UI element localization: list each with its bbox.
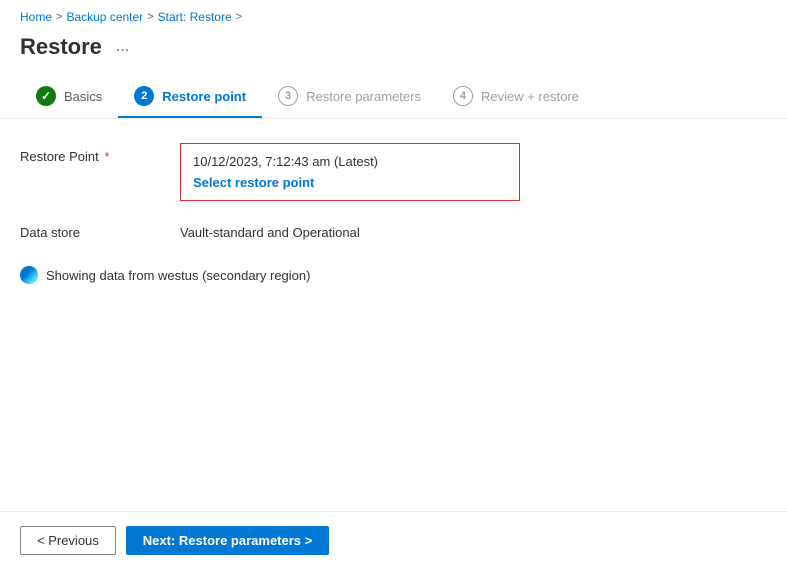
breadcrumb: Home > Backup center > Start: Restore > bbox=[0, 0, 787, 30]
breadcrumb-home[interactable]: Home bbox=[20, 10, 52, 24]
tab-restore-point-label: Restore point bbox=[162, 89, 246, 104]
tab-review-restore: 4 Review + restore bbox=[437, 76, 595, 118]
tab-restore-parameters-number: 3 bbox=[285, 90, 291, 102]
previous-button[interactable]: < Previous bbox=[20, 526, 116, 555]
restore-point-container: 10/12/2023, 7:12:43 am (Latest) Select r… bbox=[180, 143, 520, 201]
tab-restore-parameters-label: Restore parameters bbox=[306, 89, 421, 104]
more-options-button[interactable]: ... bbox=[110, 36, 135, 58]
globe-icon bbox=[20, 266, 38, 284]
breadcrumb-backup-center[interactable]: Backup center bbox=[66, 10, 143, 24]
page-title: Restore bbox=[20, 34, 102, 60]
restore-point-value: 10/12/2023, 7:12:43 am (Latest) bbox=[193, 154, 507, 169]
tab-restore-point[interactable]: 2 Restore point bbox=[118, 76, 262, 118]
data-store-label: Data store bbox=[20, 219, 160, 240]
data-store-row: Data store Vault-standard and Operationa… bbox=[20, 219, 767, 240]
tab-review-restore-circle: 4 bbox=[453, 86, 473, 106]
page-header: Restore ... bbox=[0, 30, 787, 76]
wizard-tabs: ✓ Basics 2 Restore point 3 Restore param… bbox=[0, 76, 787, 119]
tab-basics[interactable]: ✓ Basics bbox=[20, 76, 118, 118]
tab-restore-parameters: 3 Restore parameters bbox=[262, 76, 437, 118]
breadcrumb-sep3: > bbox=[236, 11, 242, 23]
tab-review-restore-number: 4 bbox=[460, 90, 466, 102]
tab-restore-point-circle: 2 bbox=[134, 86, 154, 106]
tab-basics-circle: ✓ bbox=[36, 86, 56, 106]
info-text: Showing data from westus (secondary regi… bbox=[46, 268, 310, 283]
breadcrumb-sep1: > bbox=[56, 11, 62, 23]
breadcrumb-start-restore[interactable]: Start: Restore bbox=[158, 10, 232, 24]
restore-point-row: Restore Point * 10/12/2023, 7:12:43 am (… bbox=[20, 143, 767, 201]
restore-point-label: Restore Point * bbox=[20, 143, 160, 164]
next-button[interactable]: Next: Restore parameters > bbox=[126, 526, 329, 555]
tab-restore-point-number: 2 bbox=[141, 90, 147, 102]
data-store-value: Vault-standard and Operational bbox=[180, 219, 360, 240]
required-indicator: * bbox=[101, 149, 110, 164]
info-row: Showing data from westus (secondary regi… bbox=[0, 258, 787, 292]
breadcrumb-sep2: > bbox=[147, 11, 153, 23]
select-restore-point-link[interactable]: Select restore point bbox=[193, 175, 314, 190]
checkmark-icon: ✓ bbox=[41, 89, 51, 103]
tab-review-restore-label: Review + restore bbox=[481, 89, 579, 104]
form-section: Restore Point * 10/12/2023, 7:12:43 am (… bbox=[0, 143, 787, 240]
tab-restore-parameters-circle: 3 bbox=[278, 86, 298, 106]
tab-basics-label: Basics bbox=[64, 89, 102, 104]
footer: < Previous Next: Restore parameters > bbox=[0, 511, 787, 569]
